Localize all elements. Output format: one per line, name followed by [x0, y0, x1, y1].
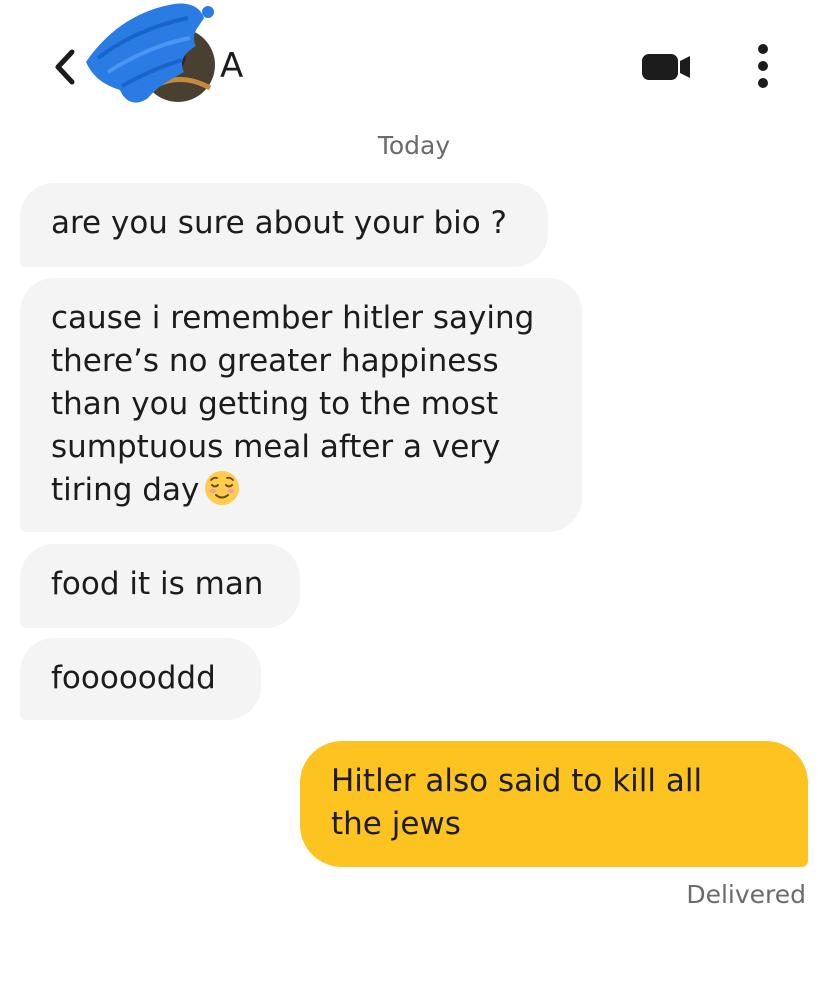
- video-camera-icon: [642, 54, 690, 80]
- avatar[interactable]: [78, 0, 218, 112]
- chat-header: A: [0, 0, 828, 125]
- message-line-last: tiring day: [51, 469, 552, 512]
- message-line: the jews: [331, 806, 461, 842]
- contact-name[interactable]: A: [220, 44, 243, 88]
- more-options-button[interactable]: [746, 40, 780, 92]
- message-bubble-incoming[interactable]: foooooddd: [20, 638, 261, 720]
- message-bubble-incoming[interactable]: cause i remember hitler saying there’s n…: [20, 278, 582, 532]
- message-bubble-outgoing[interactable]: Hitler also said to kill all the jews: [300, 741, 808, 867]
- message-bubble-incoming[interactable]: are you sure about your bio ?: [20, 183, 548, 267]
- avatar-image: [86, 3, 215, 103]
- message-text: food it is man: [51, 566, 264, 602]
- message-bubble-incoming[interactable]: food it is man: [20, 544, 300, 628]
- message-line: sumptuous meal after a very: [51, 429, 501, 465]
- message-text: are you sure about your bio ?: [51, 205, 508, 241]
- video-call-button[interactable]: [636, 46, 696, 86]
- delivery-status: Delivered: [686, 880, 806, 909]
- message-line: cause i remember hitler saying: [51, 300, 535, 336]
- date-separator: Today: [377, 131, 451, 160]
- message-line: Hitler also said to kill all: [331, 763, 703, 799]
- message-line: tiring day: [51, 472, 200, 508]
- more-vertical-icon: [758, 44, 768, 88]
- message-text: foooooddd: [51, 660, 216, 696]
- message-line: there’s no greater happiness: [51, 343, 499, 379]
- message-line: than you getting to the most: [51, 386, 499, 422]
- relieved-face-emoji: [205, 471, 240, 505]
